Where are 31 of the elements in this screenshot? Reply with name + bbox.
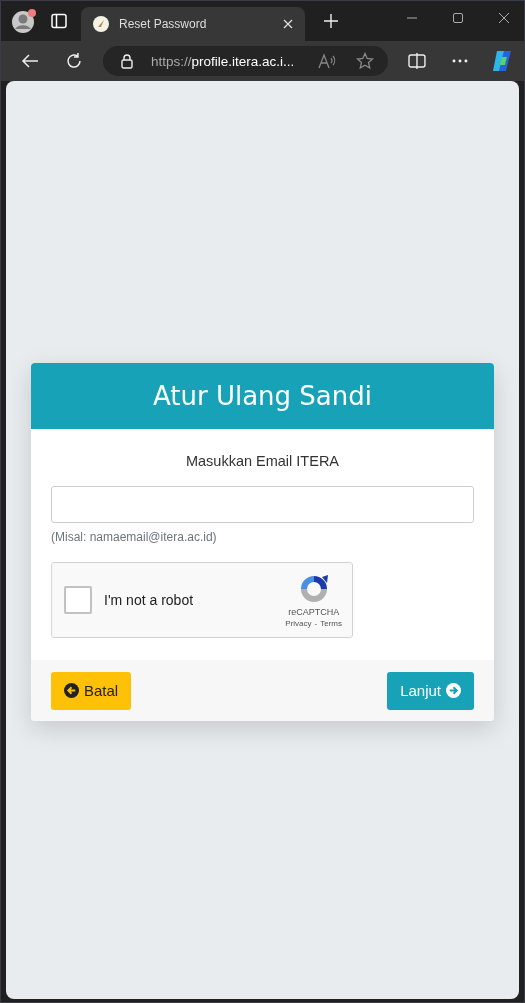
arrow-right-icon	[446, 683, 461, 698]
url-scheme: https://	[150, 53, 192, 69]
lock-icon	[120, 53, 133, 69]
maximize-icon[interactable]	[452, 12, 464, 24]
site-favicon-icon	[93, 16, 109, 32]
email-hint: (Misal: namaemail@itera.ac.id)	[51, 530, 218, 544]
close-icon[interactable]	[498, 12, 510, 24]
arrow-left-icon	[64, 683, 79, 698]
link-separator: -	[314, 618, 318, 628]
url-host: profile.itera.ac.i...	[191, 53, 295, 69]
more-icon[interactable]	[452, 59, 469, 63]
captcha-label: I'm not a robot	[104, 592, 195, 608]
cancel-button[interactable]: Batal	[51, 671, 132, 710]
email-input[interactable]	[51, 486, 474, 523]
close-tab-icon[interactable]	[283, 19, 293, 29]
back-arrow-icon[interactable]	[21, 53, 39, 69]
new-tab-icon[interactable]	[323, 13, 339, 29]
browser-tab[interactable]: Reset Password	[81, 7, 305, 41]
split-screen-icon[interactable]	[408, 53, 427, 69]
captcha-checkbox[interactable]	[64, 586, 92, 614]
card-title: Atur Ulang Sandi	[152, 381, 372, 411]
address-bar[interactable]: https://profile.itera.ac.i...	[102, 46, 389, 76]
email-label: Masukkan Email ITERA	[184, 453, 341, 469]
profile-avatar-icon[interactable]	[11, 8, 37, 34]
refresh-icon[interactable]	[64, 52, 83, 70]
tab-title: Reset Password	[119, 17, 208, 31]
terms-link[interactable]: Terms	[320, 618, 342, 628]
recaptcha-brand: reCAPTCHA	[288, 606, 340, 617]
privacy-link[interactable]: Privacy	[285, 618, 312, 628]
sidebar-icon[interactable]	[51, 13, 67, 29]
star-icon[interactable]	[356, 52, 375, 70]
